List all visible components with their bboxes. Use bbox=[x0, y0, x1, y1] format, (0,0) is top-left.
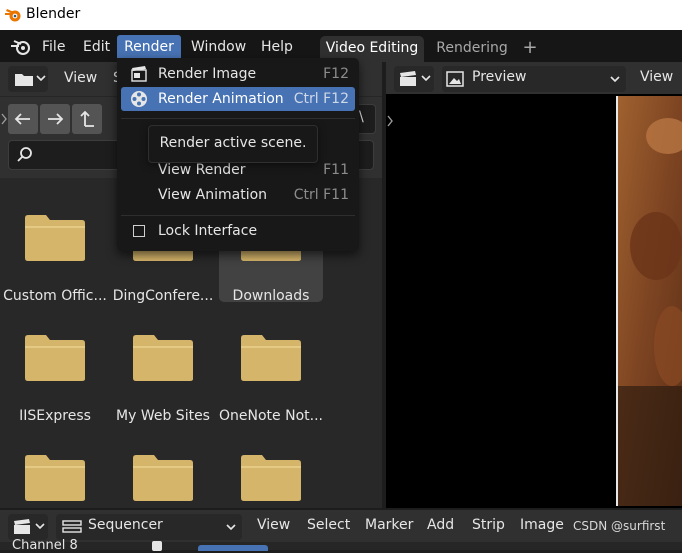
sequencer-select-menu[interactable]: Select bbox=[307, 517, 350, 533]
path-text: \ bbox=[359, 109, 364, 125]
preview-frame-image bbox=[616, 96, 682, 506]
folder-name: Custom Offic... bbox=[3, 288, 107, 304]
menu-help[interactable]: Help bbox=[261, 35, 293, 59]
folder-name: DingConfere... bbox=[112, 288, 214, 304]
folder-icon bbox=[24, 454, 86, 502]
forward-button[interactable] bbox=[40, 104, 70, 134]
menu-item-shortcut: Ctrl F11 bbox=[293, 187, 349, 203]
menu-item-label: View Animation bbox=[158, 187, 268, 203]
folder-icon bbox=[240, 454, 302, 502]
menu-item-view-animation[interactable]: View Animation Ctrl F11 bbox=[121, 183, 355, 207]
folder-icon bbox=[24, 214, 86, 262]
folder-icon bbox=[240, 334, 302, 382]
channel-row: Channel 8 bbox=[0, 538, 682, 553]
sequencer-add-menu[interactable]: Add bbox=[427, 517, 454, 533]
preview-editor-type-dropdown[interactable] bbox=[394, 66, 434, 92]
menu-window[interactable]: Window bbox=[191, 35, 246, 59]
checkbox-icon bbox=[133, 225, 145, 237]
sequencer-strip[interactable] bbox=[198, 545, 268, 551]
sequencer-editor-type-dropdown[interactable] bbox=[8, 514, 48, 540]
menu-item-render-image[interactable]: Render Image F12 bbox=[121, 62, 355, 86]
sequencer-marker-menu[interactable]: Marker bbox=[365, 517, 413, 533]
parent-directory-button[interactable] bbox=[72, 104, 102, 134]
preview-view-menu[interactable]: View bbox=[640, 69, 673, 85]
window-titlebar: Blender bbox=[0, 0, 682, 30]
menu-item-label: Lock Interface bbox=[158, 223, 258, 239]
sequencer-image-menu[interactable]: Image bbox=[520, 517, 564, 533]
chevron-down-icon bbox=[226, 521, 236, 533]
chevron-right-icon[interactable] bbox=[0, 112, 8, 126]
menu-file[interactable]: File bbox=[42, 35, 65, 59]
render-image-icon bbox=[129, 65, 149, 83]
preview-mode-dropdown[interactable]: Preview bbox=[442, 66, 626, 92]
preview-header: Preview View bbox=[386, 62, 682, 94]
menu-item-lock-interface[interactable]: Lock Interface bbox=[121, 219, 355, 243]
blender-logo-icon bbox=[4, 6, 22, 24]
clapperboard-icon bbox=[398, 71, 418, 87]
menu-render[interactable]: Render bbox=[117, 35, 181, 59]
sequencer-mode-label: Sequencer bbox=[88, 517, 163, 533]
menu-item-render-animation[interactable]: Render Animation Ctrl F12 bbox=[121, 87, 355, 111]
image-icon bbox=[446, 71, 464, 87]
chevron-right-icon[interactable] bbox=[386, 114, 394, 128]
sequencer-icon bbox=[62, 520, 82, 534]
chevron-down-icon bbox=[610, 73, 620, 85]
menu-separator bbox=[121, 215, 355, 216]
channel-label: Channel 8 bbox=[12, 538, 78, 553]
folder-name: Downloads bbox=[232, 288, 310, 304]
window-title: Blender bbox=[26, 6, 81, 22]
tooltip: Render active scene. bbox=[148, 125, 318, 163]
sequencer-strip-menu[interactable]: Strip bbox=[472, 517, 505, 533]
sequencer-header: Sequencer View Select Marker Add Strip I… bbox=[0, 510, 682, 542]
watermark: CSDN @surfirst bbox=[573, 519, 666, 533]
chevron-down-icon bbox=[421, 72, 431, 84]
menu-item-label: Render Animation bbox=[158, 91, 284, 107]
chevron-down-icon bbox=[36, 72, 46, 84]
menu-item-shortcut: Ctrl F12 bbox=[293, 91, 349, 107]
back-button[interactable] bbox=[8, 104, 38, 134]
preview-mode-label: Preview bbox=[472, 69, 527, 85]
menu-item-shortcut: F12 bbox=[323, 66, 349, 82]
menu-edit[interactable]: Edit bbox=[83, 35, 110, 59]
file-browser-view-menu[interactable]: View bbox=[64, 70, 97, 86]
clapperboard-icon bbox=[12, 519, 32, 535]
menu-separator bbox=[121, 118, 355, 119]
menu-item-label: Render Image bbox=[158, 66, 257, 82]
sequencer-view-menu[interactable]: View bbox=[257, 517, 290, 533]
filename-search-field[interactable] bbox=[8, 140, 120, 170]
blender-menu-icon[interactable] bbox=[10, 38, 32, 56]
sequencer-mode-dropdown[interactable]: Sequencer bbox=[56, 514, 242, 540]
folder-name: My Web Sites bbox=[116, 408, 210, 424]
chevron-down-icon bbox=[35, 520, 45, 532]
folder-icon bbox=[132, 334, 194, 382]
folder-tile[interactable]: My Web Sites bbox=[111, 304, 215, 424]
tab-rendering[interactable]: Rendering bbox=[430, 36, 514, 62]
folder-tile[interactable]: Custom Offic... bbox=[3, 184, 107, 304]
render-animation-icon bbox=[129, 90, 149, 108]
folder-name: IISExpress bbox=[19, 408, 91, 424]
editor-type-dropdown[interactable] bbox=[8, 66, 48, 92]
file-browser-nav bbox=[8, 104, 114, 134]
folder-icon bbox=[14, 71, 34, 87]
add-workspace-button[interactable]: + bbox=[518, 36, 542, 62]
folder-tile[interactable]: IISExpress bbox=[3, 304, 107, 424]
folder-name: OneNote Not... bbox=[219, 408, 323, 424]
folder-tile[interactable]: OneNote Not... bbox=[219, 304, 323, 424]
search-icon bbox=[15, 145, 35, 165]
menu-item-shortcut: F11 bbox=[323, 162, 349, 178]
folder-icon bbox=[132, 454, 194, 502]
folder-icon bbox=[24, 334, 86, 382]
